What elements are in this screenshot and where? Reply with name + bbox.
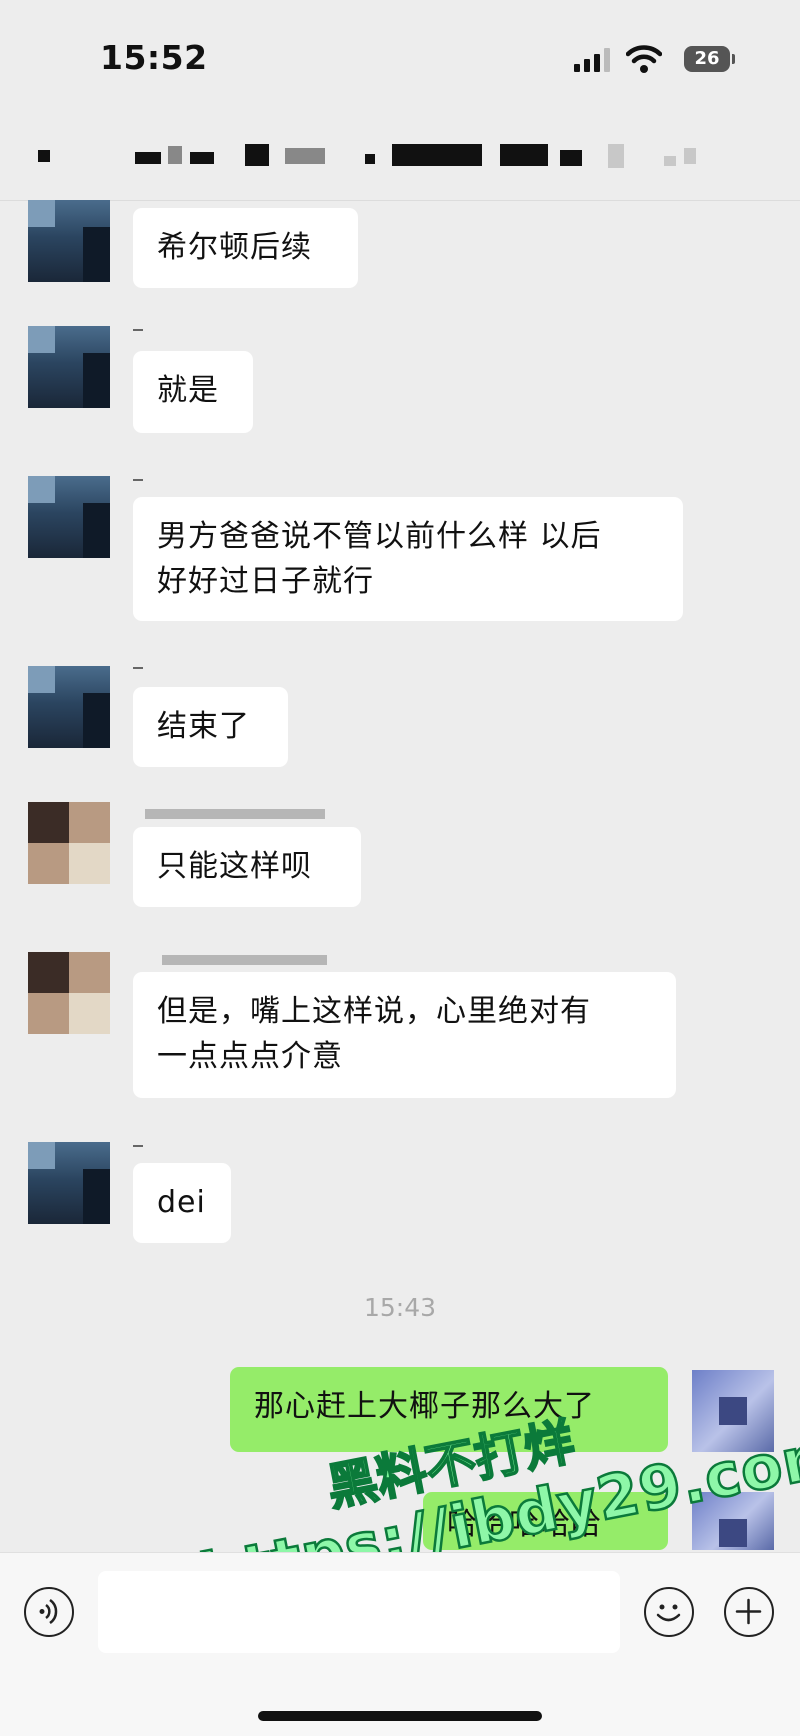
smiley-face-icon — [656, 1604, 681, 1622]
voice-icon[interactable] — [24, 1587, 74, 1637]
back-button[interactable] — [38, 150, 50, 162]
message-bubble[interactable]: dei — [133, 1163, 231, 1243]
censored-title-block — [500, 144, 548, 166]
avatar[interactable] — [28, 952, 110, 1034]
emoji-icon[interactable] — [644, 1587, 694, 1637]
status-time: 15:52 — [100, 38, 208, 77]
avatar[interactable] — [28, 326, 110, 408]
censored-title-block — [245, 144, 269, 166]
self-avatar[interactable] — [692, 1492, 774, 1550]
sender-name — [133, 667, 143, 669]
message-input-bar — [0, 1552, 800, 1736]
message-bubble[interactable]: 但是，嘴上这样说，心里绝对有 一点点点介意 — [133, 972, 676, 1098]
chat-message-list[interactable]: 希尔顿后续 就是 男方爸爸说不管以前什么样 以后 好好过日子就行 结束了 只能这… — [0, 200, 800, 1550]
plus-icon[interactable] — [724, 1587, 774, 1637]
avatar[interactable] — [28, 1142, 110, 1224]
avatar[interactable] — [28, 200, 110, 282]
wifi-icon — [626, 45, 662, 73]
battery-cap — [732, 54, 735, 64]
censored-title-block — [684, 148, 696, 164]
voice-wave-icon — [39, 1598, 58, 1625]
message-bubble-self[interactable]: 哈哈哈哈哈 — [423, 1492, 668, 1550]
battery-indicator: 26 — [684, 46, 730, 72]
sender-name — [133, 479, 143, 481]
censored-title-block — [285, 148, 325, 164]
censored-title-block — [392, 144, 482, 166]
cellular-signal-icon — [574, 48, 610, 72]
message-input[interactable] — [98, 1571, 620, 1653]
avatar[interactable] — [28, 476, 110, 558]
sender-name — [162, 955, 327, 965]
censored-title-block — [365, 154, 375, 164]
censored-title — [135, 152, 161, 164]
message-bubble[interactable]: 只能这样呗 — [133, 827, 361, 907]
avatar[interactable] — [28, 666, 110, 748]
status-bar: 15:52 26 — [0, 0, 800, 110]
message-bubble[interactable]: 就是 — [133, 351, 253, 433]
message-bubble[interactable]: 结束了 — [133, 687, 288, 767]
sender-name — [133, 1145, 143, 1147]
sender-name — [133, 329, 143, 331]
message-bubble[interactable]: 希尔顿后续 — [133, 208, 358, 288]
avatar[interactable] — [28, 802, 110, 884]
home-indicator[interactable] — [258, 1711, 542, 1721]
censored-title-block — [608, 144, 624, 168]
censored-title-block — [560, 150, 582, 166]
message-timestamp: 15:43 — [363, 1293, 437, 1322]
message-bubble-self[interactable]: 那心赶上大椰子那么大了 — [230, 1367, 668, 1452]
censored-title-block — [168, 146, 182, 164]
censored-title-block — [190, 152, 214, 164]
censored-title-block — [664, 156, 676, 166]
plus-sign-icon — [735, 1598, 762, 1625]
self-avatar[interactable] — [692, 1370, 774, 1452]
chat-title-bar — [0, 110, 800, 201]
sender-name — [145, 809, 325, 819]
message-bubble[interactable]: 男方爸爸说不管以前什么样 以后 好好过日子就行 — [133, 497, 683, 621]
